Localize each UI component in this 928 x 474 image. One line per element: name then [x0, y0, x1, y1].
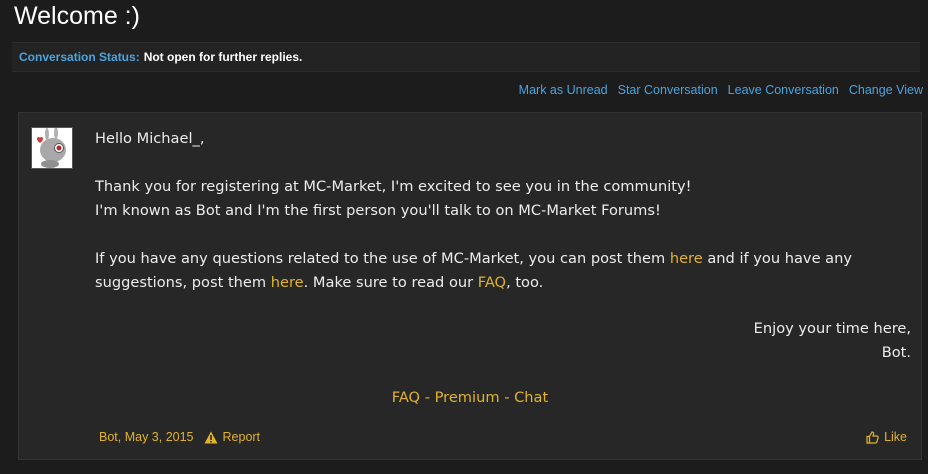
conversation-actions: Mark as Unread Star Conversation Leave C… — [519, 83, 923, 97]
star-conversation-link[interactable]: Star Conversation — [618, 83, 718, 97]
suggestions-here-link[interactable]: here — [271, 274, 304, 291]
greeting: Hello Michael_, — [95, 130, 205, 147]
mark-unread-link[interactable]: Mark as Unread — [519, 83, 608, 97]
like-label: Like — [884, 430, 907, 444]
message-line-2: I'm known as Bot and I'm the first perso… — [95, 202, 661, 219]
status-label: Conversation Status: — [19, 50, 140, 64]
leave-conversation-link[interactable]: Leave Conversation — [728, 83, 839, 97]
text-fragment: If you have any questions related to the… — [95, 250, 670, 267]
text-fragment: . Make sure to read our — [303, 274, 478, 291]
author-link[interactable]: Bot — [99, 430, 118, 444]
warning-icon — [204, 431, 218, 443]
faq-link[interactable]: FAQ — [392, 389, 420, 406]
conversation-status-bar: Conversation Status: Not open for furthe… — [12, 42, 920, 72]
page-title: Welcome :) — [14, 2, 140, 30]
status-value: Not open for further replies. — [143, 50, 303, 64]
bot-avatar[interactable] — [31, 127, 73, 169]
post-meta: Bot , May 3, 2015 Report — [99, 430, 260, 444]
separator: - — [499, 389, 515, 406]
change-view-link[interactable]: Change View — [849, 83, 923, 97]
message-body: Hello Michael_, Thank you for registerin… — [95, 127, 913, 295]
closing-line-1: Enjoy your time here, — [753, 320, 911, 337]
message-post: Hello Michael_, Thank you for registerin… — [18, 112, 922, 460]
message-line-1: Thank you for registering at MC-Market, … — [95, 178, 692, 195]
closing-line-2: Bot. — [881, 344, 911, 361]
message-paragraph-2: If you have any questions related to the… — [95, 247, 913, 295]
separator: - — [420, 389, 435, 406]
thumbs-up-icon — [866, 430, 879, 444]
bot-avatar-image — [32, 127, 72, 168]
signature-links: FAQ - Premium - Chat — [19, 389, 921, 406]
questions-here-link[interactable]: here — [670, 250, 703, 267]
closing: Enjoy your time here, Bot. — [754, 317, 911, 365]
report-link[interactable]: Report — [204, 430, 261, 444]
premium-link[interactable]: Premium — [435, 389, 500, 406]
like-button[interactable]: Like — [866, 430, 907, 444]
chat-link[interactable]: Chat — [514, 389, 548, 406]
post-date[interactable]: , May 3, 2015 — [118, 430, 194, 444]
text-fragment: , too. — [506, 274, 544, 291]
report-label: Report — [222, 430, 261, 444]
faq-inline-link[interactable]: FAQ — [478, 274, 506, 291]
